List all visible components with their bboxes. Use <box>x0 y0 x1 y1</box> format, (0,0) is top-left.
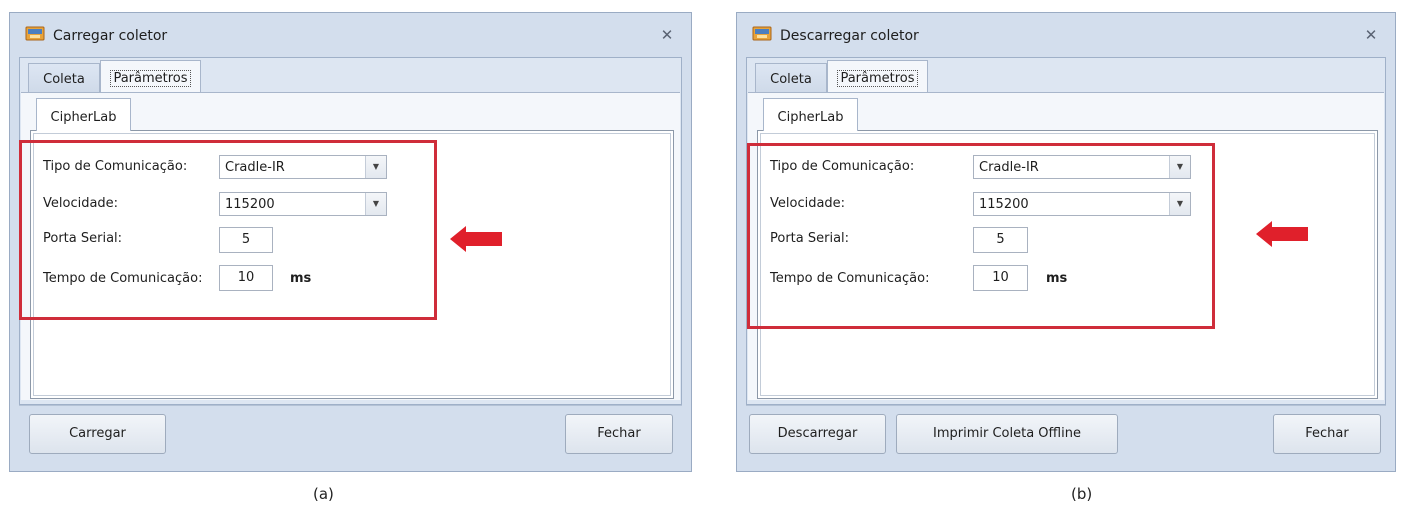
dialog-title: Descarregar coletor <box>780 28 919 44</box>
tab-cipherlab[interactable]: CipherLab <box>763 98 858 131</box>
tab-coleta[interactable]: Coleta <box>755 63 827 92</box>
tab-parametros-label: Parâmetros <box>110 70 191 87</box>
descarregar-button[interactable]: Descarregar <box>749 414 886 454</box>
tab-coleta-label: Coleta <box>770 72 812 87</box>
collector-app-icon <box>25 26 45 41</box>
red-arrow-icon <box>1256 221 1308 247</box>
tab-cipherlab-label: CipherLab <box>777 110 844 125</box>
caption-a: (a) <box>313 485 334 503</box>
tab-parametros[interactable]: Parâmetros <box>827 60 928 92</box>
caption-b: (b) <box>1071 485 1093 503</box>
tab-coleta-label: Coleta <box>43 72 85 87</box>
fechar-button[interactable]: Fechar <box>1273 414 1381 454</box>
tab-cipherlab[interactable]: CipherLab <box>36 98 131 131</box>
collector-app-icon <box>752 26 772 41</box>
red-arrow-icon <box>450 226 502 252</box>
button-bar: Descarregar Imprimir Coleta Offline Fech… <box>746 405 1386 462</box>
title-bar: Descarregar coletor ✕ <box>737 13 1395 49</box>
close-icon[interactable]: ✕ <box>1363 27 1379 43</box>
tab-coleta[interactable]: Coleta <box>28 63 100 92</box>
highlight-box <box>747 143 1215 329</box>
button-bar: Carregar Fechar <box>19 405 682 462</box>
highlight-box <box>19 140 437 320</box>
dialog-title: Carregar coletor <box>53 28 168 44</box>
tab-cipherlab-label: CipherLab <box>50 110 117 125</box>
close-icon[interactable]: ✕ <box>659 27 675 43</box>
tab-parametros[interactable]: Parâmetros <box>100 60 201 92</box>
tab-parametros-label: Parâmetros <box>837 70 918 87</box>
title-bar: Carregar coletor ✕ <box>10 13 691 49</box>
imprimir-coleta-offline-button[interactable]: Imprimir Coleta Offline <box>896 414 1118 454</box>
carregar-button[interactable]: Carregar <box>29 414 166 454</box>
fechar-button[interactable]: Fechar <box>565 414 673 454</box>
